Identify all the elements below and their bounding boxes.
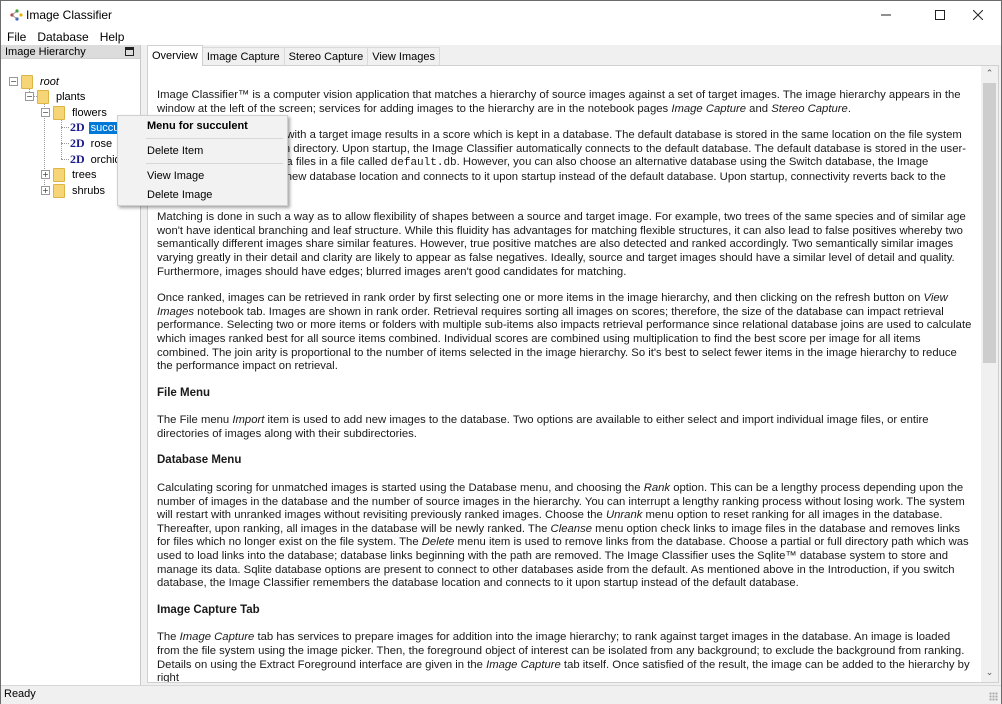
menu-database[interactable]: Database (31, 29, 93, 45)
menu-item-delete-image[interactable]: Delete Image (147, 189, 212, 201)
node-label: plants (56, 90, 86, 103)
context-menu-title: Menu for succulent (147, 120, 248, 132)
scroll-thumb[interactable] (983, 83, 996, 363)
tree-node-rose[interactable]: 2D rose (70, 136, 114, 151)
maximize-icon (935, 10, 945, 20)
panel-header: Image Hierarchy (1, 45, 140, 59)
app-logo-icon (10, 9, 23, 21)
heading-image-capture: Image Capture Tab (157, 603, 260, 616)
folder-icon (21, 74, 33, 89)
paragraph-file-menu: The File menu Import item is used to add… (157, 414, 929, 440)
app-window: Image Classifier File Database Help Imag… (0, 0, 1002, 704)
menu-item-view-image[interactable]: View Image (147, 170, 204, 182)
collapse-icon[interactable]: − (25, 92, 34, 101)
menu-file[interactable]: File (1, 29, 31, 45)
menu-help[interactable]: Help (94, 29, 130, 45)
paragraph-retrieval: Once ranked, images can be retrieved in … (157, 292, 972, 373)
tree-connector (61, 143, 69, 144)
heading-database-menu: Database Menu (157, 454, 242, 467)
node-label: shrubs (72, 184, 106, 197)
folder-icon (53, 183, 65, 198)
tree-node-orchid[interactable]: 2D orchid (70, 152, 123, 167)
status-bar: Ready (1, 685, 1001, 704)
menu-bar: File Database Help (1, 29, 1001, 45)
scroll-up-icon[interactable]: ⌃ (981, 66, 998, 83)
tree-node-flowers[interactable]: − flowers (41, 105, 109, 120)
menu-item-delete-item[interactable]: Delete Item (147, 145, 203, 157)
close-button[interactable] (955, 1, 1001, 29)
tree-connector (61, 159, 69, 160)
heading-file-menu: File Menu (157, 386, 211, 399)
resize-grip-icon[interactable] (989, 692, 998, 701)
folder-icon (37, 89, 49, 104)
collapse-icon[interactable]: − (41, 108, 50, 117)
paragraph-matching: Matching is done in such a way as to all… (157, 211, 966, 278)
status-text: Ready (4, 688, 36, 700)
folder-icon (53, 167, 65, 182)
minimize-button[interactable] (863, 1, 909, 29)
folder-icon (53, 105, 65, 120)
tab-image-capture[interactable]: Image Capture (201, 47, 285, 66)
dock-icon[interactable] (125, 47, 134, 56)
node-label: flowers (72, 106, 107, 119)
tree-node-plants[interactable]: − plants (25, 89, 87, 104)
context-menu: Menu for succulent Delete Item View Imag… (117, 115, 288, 206)
panel-title: Image Hierarchy (5, 46, 86, 58)
tree-node-root[interactable]: − root (9, 74, 61, 89)
tab-overview[interactable]: Overview (147, 45, 203, 66)
paragraph-image-capture: The Image Capture tab has services to pr… (157, 631, 970, 683)
paragraph-intro: Image Classifier™ is a computer vision a… (157, 89, 961, 115)
paragraph-database-menu: Calculating scoring for unmatched images… (157, 482, 969, 590)
tab-stereo-capture[interactable]: Stereo Capture (283, 47, 369, 66)
collapse-icon[interactable]: − (9, 77, 18, 86)
2d-image-icon: 2D (70, 152, 85, 166)
node-label: root (40, 75, 59, 88)
menu-separator (146, 138, 283, 139)
scroll-down-icon[interactable]: ⌄ (981, 665, 998, 682)
tree-connector (61, 118, 62, 159)
vertical-scrollbar[interactable]: ⌃ ⌄ (981, 66, 998, 682)
2d-image-icon: 2D (70, 136, 85, 150)
title-bar: Image Classifier (1, 1, 1001, 29)
tree-node-trees[interactable]: + trees (41, 167, 98, 182)
expand-icon[interactable]: + (41, 186, 50, 195)
node-label: rose (90, 137, 113, 150)
tree-connector (61, 127, 69, 128)
2d-image-icon: 2D (70, 120, 85, 134)
window-title: Image Classifier (26, 8, 113, 22)
tab-view-images[interactable]: View Images (367, 47, 440, 66)
menu-separator (146, 163, 283, 164)
node-label: trees (72, 168, 97, 181)
close-icon (973, 10, 983, 20)
notebook-tabs: Overview Image Capture Stereo Capture Vi… (147, 45, 440, 66)
tree-node-shrubs[interactable]: + shrubs (41, 183, 107, 198)
minimize-icon (881, 14, 891, 16)
expand-icon[interactable]: + (41, 170, 50, 179)
